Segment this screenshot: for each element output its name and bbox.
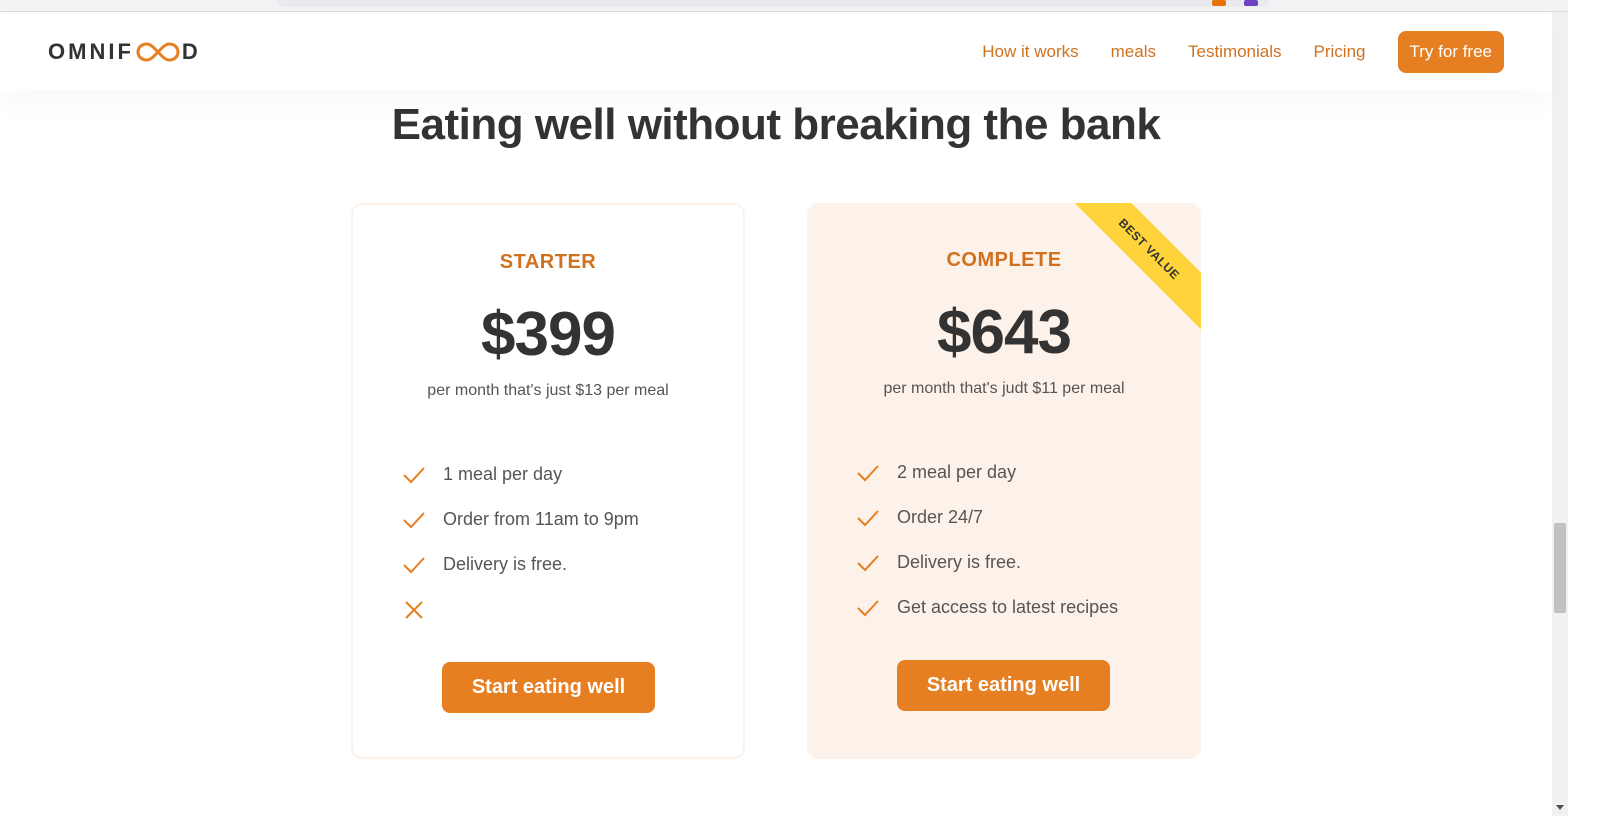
nav-link-pricing[interactable]: Pricing xyxy=(1314,42,1366,62)
plan-price: $643 xyxy=(937,298,1072,367)
feature-text: 1 meal per day xyxy=(443,464,563,484)
extension-icon[interactable] xyxy=(1212,0,1226,6)
plan-price: $399 xyxy=(481,300,616,369)
plan-name: COMPLETE xyxy=(946,249,1062,271)
section-title: Eating well without breaking the bank xyxy=(391,100,1161,149)
plan-description: per month that's just $13 per meal xyxy=(427,382,669,399)
plan-description: per month that's judt $11 per meal xyxy=(883,380,1125,397)
feature-text: Delivery is free. xyxy=(443,554,568,574)
feature-list: 2 meal per day Order 24/7 Delivery is fr… xyxy=(855,450,1118,630)
page-scrollbar[interactable] xyxy=(1552,12,1568,816)
close-icon xyxy=(405,600,423,619)
logo[interactable]: OMNIF D xyxy=(48,39,201,65)
check-icon xyxy=(857,509,879,526)
scroll-down-arrow-icon[interactable] xyxy=(1556,805,1564,810)
address-bar[interactable] xyxy=(276,0,1270,7)
check-icon xyxy=(857,599,879,616)
logo-text-right: D xyxy=(181,38,201,64)
feature-text: Order 24/7 xyxy=(897,507,984,527)
infinity-logo-icon xyxy=(136,41,180,62)
nav-link-meals[interactable]: meals xyxy=(1111,42,1156,62)
try-for-free-button[interactable]: Try for free xyxy=(1397,30,1504,73)
extension-icon[interactable] xyxy=(1244,0,1258,6)
scrollbar-thumb[interactable] xyxy=(1554,523,1566,613)
logo-text-left: OMNIF xyxy=(48,38,134,64)
check-icon xyxy=(857,554,879,571)
check-icon xyxy=(857,464,879,481)
feature-item: Order 24/7 xyxy=(855,495,1118,540)
feature-item: Delivery is free. xyxy=(855,540,1118,585)
feature-list: 1 meal per day Order from 11am to 9pm De… xyxy=(401,452,639,632)
feature-item: 2 meal per day xyxy=(855,450,1118,495)
feature-item: Delivery is free. xyxy=(401,542,639,587)
page-right-edge xyxy=(1568,0,1600,816)
browser-chrome-strip xyxy=(0,0,1600,12)
plan-name: STARTER xyxy=(499,251,597,273)
start-eating-well-button[interactable]: Start eating well xyxy=(442,662,655,713)
site-header: OMNIF D How it works meals Testimonials … xyxy=(0,12,1552,91)
nav-link-testimonials[interactable]: Testimonials xyxy=(1188,42,1282,62)
feature-item: Get access to latest recipes xyxy=(855,585,1118,630)
main-nav: How it works meals Testimonials Pricing … xyxy=(982,30,1504,73)
feature-text: Get access to latest recipes xyxy=(897,597,1119,617)
feature-text: 2 meal per day xyxy=(897,462,1017,482)
feature-item xyxy=(401,587,639,632)
check-icon xyxy=(403,556,425,573)
feature-item: Order from 11am to 9pm xyxy=(401,497,639,542)
nav-link-how-it-works[interactable]: How it works xyxy=(982,42,1078,62)
feature-item: 1 meal per day xyxy=(401,452,639,497)
pricing-card-complete: BEST VALUE COMPLETE $643 per month that'… xyxy=(807,203,1201,759)
feature-text: Order from 11am to 9pm xyxy=(443,509,639,529)
check-icon xyxy=(403,511,425,528)
check-icon xyxy=(403,466,425,483)
start-eating-well-button[interactable]: Start eating well xyxy=(897,660,1110,711)
pricing-card-starter: STARTER $399 per month that's just $13 p… xyxy=(351,203,745,759)
feature-text: Delivery is free. xyxy=(897,552,1022,572)
